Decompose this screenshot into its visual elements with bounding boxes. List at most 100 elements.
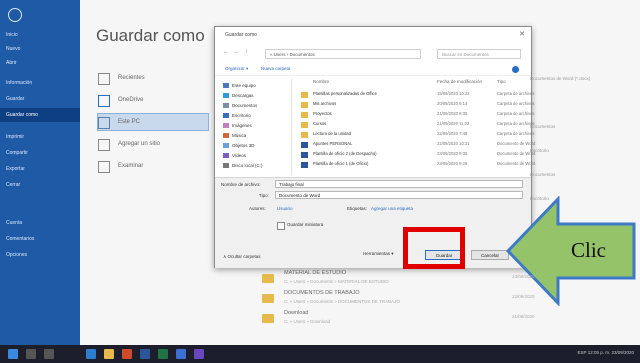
rail-item[interactable]: Compartir: [6, 146, 76, 160]
recent-location-text: Escritorio: [530, 196, 549, 201]
folder-date: 21/09/2020: [512, 314, 535, 319]
navigation-pane: Este equipo Descargas Documentos Escritorio…: [219, 79, 292, 175]
windows-start-icon[interactable]: [8, 349, 18, 359]
folder-name: MATERIAL DE ESTUDIO: [284, 270, 347, 276]
nav-item[interactable]: Documentos: [223, 103, 257, 109]
edge-icon[interactable]: [86, 349, 96, 359]
nav-item-label: Disco local (C:): [232, 163, 263, 168]
file-date: 23/09/2020 9:26: [437, 161, 468, 166]
file-row[interactable]: Proyectos 21/09/2020 8:35 Carpeta de archi…: [301, 111, 534, 119]
recent-folder-row[interactable]: Download C: » Users » Download 21/09/2020: [262, 310, 562, 334]
location-label: Este PC: [118, 119, 141, 125]
rail-item[interactable]: Información: [6, 76, 76, 90]
nav-item[interactable]: Objetos 3D: [223, 143, 255, 149]
nav-item-label: Objetos 3D: [232, 143, 255, 148]
file-row[interactable]: Plantilla de oficio 2 (de Despacho) 23/09…: [301, 151, 535, 159]
folder-path: C: » Users » Documents » MATERIAL DE EST…: [284, 279, 389, 284]
file-date: 20/09/2020 9:14: [437, 101, 468, 106]
rail-item[interactable]: Imprimir: [6, 130, 76, 144]
help-icon[interactable]: [512, 66, 519, 73]
page-title: Guardar como: [96, 26, 205, 45]
file-row[interactable]: Plantilla de oficio 1 (de Oficio) 23/09/2…: [301, 161, 535, 169]
nav-folder-icon: [223, 83, 229, 89]
app-icon[interactable]: [194, 349, 204, 359]
tools-dropdown[interactable]: Herramientas ▾: [363, 251, 394, 257]
nav-item[interactable]: Disco local (C:): [223, 163, 263, 169]
address-bar[interactable]: « Users › Documentos: [265, 49, 421, 59]
back-icon[interactable]: ←: [223, 49, 229, 55]
nav-folder-icon: [223, 143, 229, 149]
column-date[interactable]: Fecha de modificación: [437, 79, 482, 84]
search-input[interactable]: Buscar en Documentos: [437, 49, 521, 59]
nav-folder-icon: [223, 123, 229, 129]
new-folder-button[interactable]: Nueva carpeta: [261, 66, 290, 71]
organize-button[interactable]: Organizar ▾: [225, 66, 248, 72]
folder-date: 22/09/2020: [512, 294, 535, 299]
location-item[interactable]: Examinar: [98, 158, 208, 174]
rail-item[interactable]: Comentarios: [6, 232, 76, 246]
rail-item[interactable]: Abrir: [6, 56, 76, 70]
rail-item[interactable]: Exportar: [6, 162, 76, 176]
file-row[interactable]: Plantillas personalizadas de Office 15/09…: [301, 91, 534, 99]
nav-item[interactable]: Descargas: [223, 93, 254, 99]
system-tray: ESP 12:05 p. m. 23/09/2020: [577, 350, 634, 355]
office-icon[interactable]: [122, 349, 132, 359]
word-icon[interactable]: [140, 349, 150, 359]
file-name: Plantillas personalizadas de Office: [313, 91, 377, 96]
nav-item[interactable]: Este equipo: [223, 83, 256, 89]
location-label: OneDrive: [118, 97, 144, 103]
file-type-select[interactable]: Documento de Word: [275, 191, 523, 199]
location-item[interactable]: Recientes: [98, 70, 208, 86]
location-icon: [98, 117, 110, 129]
authors-value[interactable]: Usuario: [277, 206, 293, 211]
recent-location-text: Documentos: [530, 124, 556, 129]
rail-item[interactable]: Nuevo: [6, 42, 76, 56]
file-row[interactable]: Cursos 21/09/2020 11:02 Carpeta de archivo…: [301, 121, 534, 129]
rail-item[interactable]: Guardar: [6, 92, 76, 106]
nav-item-label: Vídeos: [232, 153, 247, 158]
tags-value[interactable]: Agregar una etiqueta: [371, 206, 413, 211]
dialog-title: Guardar como: [225, 32, 257, 38]
search-icon[interactable]: [26, 349, 36, 359]
close-icon[interactable]: ✕: [519, 30, 525, 38]
location-item[interactable]: Este PC: [97, 113, 209, 131]
location-item[interactable]: Agregar un sitio: [98, 136, 208, 152]
outlook-icon[interactable]: [176, 349, 186, 359]
rail-item[interactable]: Cuenta: [6, 216, 76, 230]
nav-folder-icon: [223, 113, 229, 119]
rail-item[interactable]: Inicio: [6, 28, 76, 42]
file-explorer-icon[interactable]: [104, 349, 114, 359]
nav-folder-icon: [223, 93, 229, 99]
hide-folders-toggle[interactable]: ∧ Ocultar carpetas: [223, 254, 261, 260]
file-row[interactable]: Apuntes PERSONAL 22/09/2020 10:31 Document…: [301, 141, 535, 149]
location-item[interactable]: OneDrive: [98, 92, 208, 108]
cancel-button[interactable]: Cancelar: [471, 250, 509, 260]
folder-icon: [262, 314, 274, 323]
nav-item[interactable]: Música: [223, 133, 246, 139]
nav-item[interactable]: Escritorio: [223, 113, 251, 119]
filename-field[interactable]: Trabajo final: [275, 180, 523, 188]
folder-icon: [301, 112, 308, 118]
up-icon[interactable]: ↑: [245, 49, 248, 55]
nav-item[interactable]: Vídeos: [223, 153, 247, 159]
file-row[interactable]: Lectura de la unidad 22/09/2020 7:48 Carpe…: [301, 131, 534, 139]
recent-location-text: Documentos: [530, 172, 556, 177]
back-arrow-icon[interactable]: [8, 8, 22, 22]
tags-label: Etiquetas:: [347, 206, 368, 211]
rail-item[interactable]: Cerrar: [6, 178, 76, 192]
file-list-header: Nombre Fecha de modificación Tipo: [301, 79, 525, 89]
column-type[interactable]: Tipo: [497, 79, 506, 84]
file-row[interactable]: Mis archivos 20/09/2020 9:14 Carpeta de ar…: [301, 101, 534, 109]
thumbnail-checkbox[interactable]: [277, 222, 285, 230]
file-date: 21/09/2020 11:02: [437, 121, 470, 126]
nav-item-label: Imágenes: [232, 123, 252, 128]
column-name[interactable]: Nombre: [313, 79, 329, 84]
file-name: Apuntes PERSONAL: [313, 141, 353, 146]
forward-icon[interactable]: →: [233, 49, 239, 55]
rail-item[interactable]: Guardar como: [0, 108, 80, 122]
save-highlight-box: [403, 227, 465, 269]
nav-item[interactable]: Imágenes: [223, 123, 252, 129]
excel-icon[interactable]: [158, 349, 168, 359]
rail-item[interactable]: Opciones: [6, 248, 76, 262]
task-view-icon[interactable]: [44, 349, 54, 359]
